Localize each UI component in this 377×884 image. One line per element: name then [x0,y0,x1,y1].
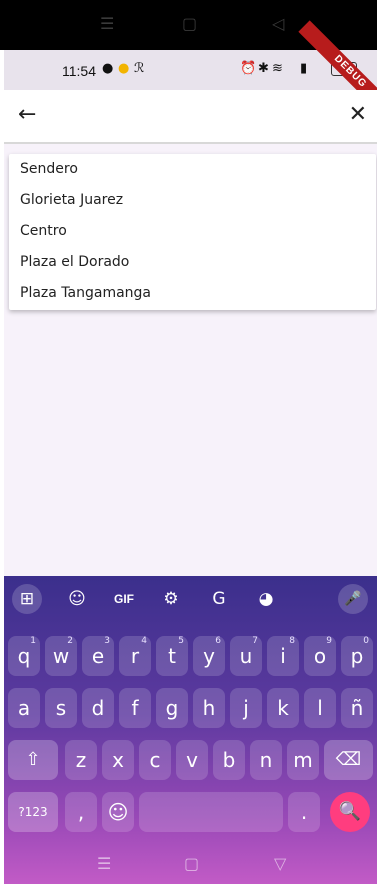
key-hint: 2 [67,636,73,646]
key-label: t [168,644,176,668]
gif-button[interactable]: GIF [109,584,139,614]
key-d[interactable]: d [82,688,114,728]
emoji-key[interactable]: ☺ [102,792,134,832]
key-w[interactable]: w2 [45,636,77,676]
sticker-icon[interactable]: ☺ [62,584,92,614]
search-bar[interactable]: ← ✕ [4,90,377,144]
key-b[interactable]: b [213,740,245,780]
key-n[interactable]: n [250,740,282,780]
key-label: p [350,644,364,668]
key-l[interactable]: l [304,688,336,728]
suggestion-item[interactable]: Plaza el Dorado [9,247,376,278]
backspace-key[interactable]: ⌫ [324,740,373,780]
key-z[interactable]: z [65,740,97,780]
key-label: q [17,644,31,668]
key-p[interactable]: p0 [341,636,373,676]
translate-icon[interactable]: G [204,584,234,614]
suggestion-item[interactable]: Plaza Tangamanga [9,278,376,309]
microphone-icon[interactable]: 🎤 [338,584,368,614]
key-t[interactable]: t5 [156,636,188,676]
key-label: i [280,644,286,668]
key-hint: 1 [30,636,36,646]
key-m[interactable]: m [287,740,319,780]
key-label: u [239,644,253,668]
back-arrow-icon[interactable]: ← [18,102,36,127]
home-icon[interactable]: ▢ [182,14,197,34]
alarm-icon: ⏰ [240,61,257,76]
shift-key[interactable]: ⇧ [8,740,58,780]
gear-icon[interactable]: ⚙ [156,584,186,614]
back-icon[interactable]: ▽ [274,854,286,873]
status-time: 11:54 [62,63,96,79]
key-hint: 9 [326,636,332,646]
palette-icon[interactable]: ◕ [251,584,281,614]
key-s[interactable]: s [45,688,77,728]
key-label: y [203,644,215,668]
messenger-icon: ● [102,61,114,76]
key-q[interactable]: q1 [8,636,40,676]
back-icon[interactable]: ◁ [272,14,284,34]
suggestion-item[interactable]: Centro [9,216,376,247]
key-i[interactable]: i8 [267,636,299,676]
comma-key[interactable]: , [65,792,97,832]
app-notification-icon: ℛ [134,61,145,76]
key-o[interactable]: o9 [304,636,336,676]
key-h[interactable]: h [193,688,225,728]
key-k[interactable]: k [267,688,299,728]
key-hint: 0 [363,636,369,646]
menu-icon[interactable]: ☰ [100,14,114,34]
key-hint: 7 [252,636,258,646]
key-label: o [313,644,327,668]
key-y[interactable]: y6 [193,636,225,676]
keyboard-toolbar: ⊞ ☺ GIF ⚙ G ◕ 🎤 [4,576,377,622]
system-nav-bottom: ☰ ▢ ▽ [0,846,377,884]
notification-icon: ● [118,61,130,76]
apps-grid-icon[interactable]: ⊞ [12,584,42,614]
key-x[interactable]: x [102,740,134,780]
key-g[interactable]: g [156,688,188,728]
bluetooth-icon: ✱ [258,61,269,76]
key-hint: 6 [215,636,221,646]
key-label: r [130,644,140,668]
period-key[interactable]: . [288,792,320,832]
key-hint: 5 [178,636,184,646]
key-hint: 4 [141,636,147,646]
key-label: e [91,644,105,668]
signal-icon: ▮ [300,61,308,76]
menu-icon[interactable]: ☰ [97,854,111,873]
suggestions-list: Sendero Glorieta Juarez Centro Plaza el … [9,154,376,310]
key-c[interactable]: c [139,740,171,780]
wifi-icon: ≋ [272,61,283,76]
close-icon[interactable]: ✕ [349,102,367,127]
symbols-key[interactable]: ?123 [8,792,58,832]
key-f[interactable]: f [119,688,151,728]
key-v[interactable]: v [176,740,208,780]
suggestion-item[interactable]: Sendero [9,154,376,185]
key-n-tilde[interactable]: ñ [341,688,373,728]
home-icon[interactable]: ▢ [184,854,199,873]
key-u[interactable]: u7 [230,636,262,676]
status-bar: 11:54 ● ● ℛ ⏰ ✱ ≋ ▮ 44 [4,50,377,90]
key-r[interactable]: r4 [119,636,151,676]
search-key[interactable]: 🔍 [330,792,370,832]
key-hint: 8 [289,636,295,646]
space-bar[interactable] [139,792,283,832]
suggestion-item[interactable]: Glorieta Juarez [9,185,376,216]
key-j[interactable]: j [230,688,262,728]
keyboard: ⊞ ☺ GIF ⚙ G ◕ 🎤 q1 w2 e3 r4 t5 y6 u7 i8 … [4,576,377,884]
key-a[interactable]: a [8,688,40,728]
key-hint: 3 [104,636,110,646]
key-e[interactable]: e3 [82,636,114,676]
app-screen: 11:54 ● ● ℛ ⏰ ✱ ≋ ▮ 44 DEBUG ← ✕ Sendero… [4,20,377,884]
key-label: w [52,644,70,668]
